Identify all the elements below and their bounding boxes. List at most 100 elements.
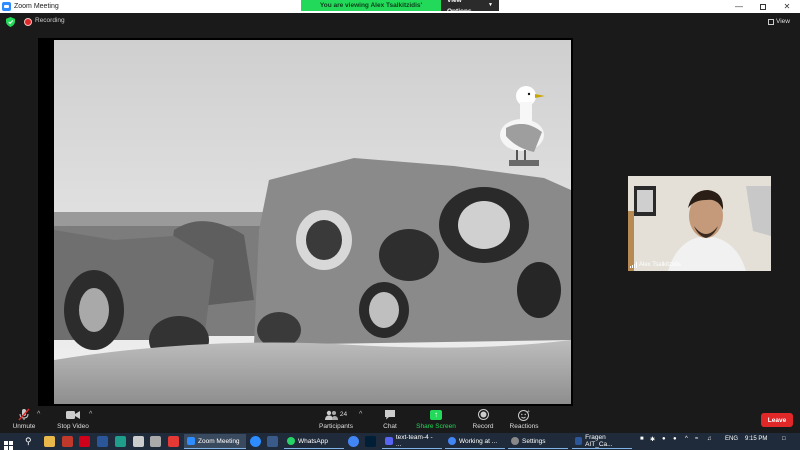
- close-button[interactable]: ✕: [776, 0, 798, 13]
- taskbar-whatsapp-label: WhatsApp: [298, 437, 328, 445]
- wifi-icon[interactable]: ≈: [695, 436, 698, 442]
- record-label: Record: [472, 423, 494, 430]
- windows-start-icon[interactable]: [4, 437, 13, 450]
- discord-icon: [385, 437, 393, 445]
- seagull-on-sculpture-image: [54, 40, 571, 404]
- leave-button[interactable]: Leave: [761, 413, 793, 427]
- window-title: Zoom Meeting: [14, 3, 59, 10]
- reactions-label: Reactions: [509, 423, 539, 430]
- maximize-icon: [760, 3, 766, 10]
- chevron-down-icon: ▼: [488, 2, 493, 8]
- encryption-shield-icon[interactable]: [6, 17, 15, 27]
- view-label: View: [776, 18, 790, 25]
- smiley-plus-icon: +: [518, 408, 530, 421]
- participants-icon-group: 24: [324, 408, 348, 421]
- video-options-chevron-icon[interactable]: ^: [89, 411, 92, 418]
- participants-icon: [324, 410, 338, 420]
- minimize-button[interactable]: —: [728, 0, 750, 13]
- tray-icon-2[interactable]: ●: [662, 436, 666, 442]
- share-screen-label: Share Screen: [416, 423, 456, 430]
- recording-icon: [24, 18, 32, 26]
- participants-options-chevron-icon[interactable]: ^: [359, 411, 362, 418]
- screen-share-banner: You are viewing Alex Tsalkitzidis' scree…: [301, 0, 499, 20]
- search-icon[interactable]: ⚲: [25, 436, 32, 446]
- chat-label: Chat: [383, 423, 397, 430]
- windows-taskbar: ⚲ Zoom Meeting WhatsApp text-team-4 - ..…: [0, 433, 800, 450]
- view-button[interactable]: View: [768, 16, 794, 27]
- zoom-window: Zoom Meeting You are viewing Alex Tsalki…: [0, 0, 800, 450]
- taskbar-zoom-meeting[interactable]: Zoom Meeting: [184, 434, 246, 449]
- stop-video-button[interactable]: Stop Video: [55, 408, 91, 432]
- share-screen-button[interactable]: ↑ Share Screen: [416, 408, 456, 432]
- taskbar-zoom-label: Zoom Meeting: [198, 437, 240, 445]
- participants-count: 24: [339, 411, 348, 418]
- participants-label: Participants: [319, 423, 353, 430]
- record-button[interactable]: Record: [470, 408, 496, 432]
- shared-photo: [54, 40, 571, 404]
- file-explorer-icon[interactable]: [44, 436, 55, 447]
- word-icon[interactable]: [97, 436, 108, 447]
- taskbar-fragen[interactable]: Fragen AIT_Ca...: [572, 434, 632, 449]
- bluetooth-icon[interactable]: ✱: [650, 436, 655, 443]
- taskbar-text-team[interactable]: text-team-4 - ...: [382, 434, 442, 449]
- language-indicator[interactable]: ENG: [725, 436, 738, 442]
- word-doc-icon: [575, 437, 583, 445]
- acrobat-icon[interactable]: [79, 436, 90, 447]
- tray-icon-1[interactable]: ■: [640, 436, 644, 442]
- stop-video-label: Stop Video: [57, 423, 89, 430]
- app-icon-7[interactable]: [267, 436, 278, 447]
- share-screen-arrow-icon: ↑: [430, 409, 442, 420]
- chrome-icon[interactable]: [348, 436, 359, 447]
- app-icon-5[interactable]: [168, 436, 179, 447]
- app-icon-1[interactable]: [62, 436, 73, 447]
- taskbar-text-team-label: text-team-4 - ...: [395, 434, 433, 448]
- minimize-icon: —: [735, 2, 743, 11]
- app-icon-3[interactable]: [133, 436, 144, 447]
- unmute-label: Unmute: [12, 423, 36, 430]
- zoom-icon: [187, 437, 195, 445]
- record-icon: [477, 408, 489, 421]
- app-icon-4[interactable]: [150, 436, 161, 447]
- clock[interactable]: 9:15 PM: [745, 436, 767, 442]
- taskbar-working-label: Working at ...: [459, 437, 498, 445]
- audio-options-chevron-icon[interactable]: ^: [37, 411, 40, 418]
- taskbar-fragen-label: Fragen AIT_Ca...: [585, 434, 613, 448]
- video-camera-icon: [66, 408, 80, 421]
- participant-name-tag: Alex Tsalkitzidis: [630, 262, 681, 268]
- app-icon-6[interactable]: [250, 436, 261, 447]
- participant-video-image: [628, 176, 771, 271]
- browser-icon: [448, 437, 456, 445]
- grid-view-icon: [768, 18, 774, 25]
- photoshop-icon[interactable]: [365, 436, 376, 447]
- participant-video[interactable]: [628, 176, 771, 271]
- participants-button[interactable]: 24 Participants: [318, 408, 354, 432]
- chat-bubble-icon: [384, 408, 396, 421]
- viewing-screen-label: You are viewing Alex Tsalkitzidis' scree…: [301, 0, 441, 20]
- chevron-up-icon[interactable]: ^: [685, 436, 688, 442]
- taskbar-working-at[interactable]: Working at ...: [445, 434, 505, 449]
- svg-text:+: +: [527, 409, 531, 415]
- taskbar-whatsapp[interactable]: WhatsApp: [284, 434, 344, 449]
- participant-name: Alex Tsalkitzidis: [639, 262, 681, 268]
- gear-icon: [511, 437, 519, 445]
- taskbar-settings[interactable]: Settings: [508, 434, 568, 449]
- meeting-top-strip: Recording View: [0, 13, 800, 31]
- view-options-button[interactable]: View Options ▼: [441, 0, 499, 15]
- recording-label: Recording: [35, 17, 65, 24]
- volume-icon[interactable]: ♫: [707, 436, 712, 442]
- maximize-button[interactable]: [752, 0, 774, 13]
- app-icon-2[interactable]: [115, 436, 126, 447]
- tray-icon-3[interactable]: ●: [673, 436, 677, 442]
- chat-button[interactable]: Chat: [378, 408, 402, 432]
- unmute-button[interactable]: Unmute: [10, 408, 38, 432]
- reactions-button[interactable]: + Reactions: [508, 408, 540, 432]
- muted-microphone-icon: [18, 408, 30, 421]
- notifications-icon[interactable]: □: [782, 436, 786, 442]
- taskbar-settings-label: Settings: [522, 437, 546, 445]
- meeting-toolbar: Unmute ^ Stop Video ^ 24 Participants ^ …: [0, 406, 800, 433]
- shared-screen: [38, 38, 573, 406]
- zoom-app-icon: [2, 2, 11, 11]
- whatsapp-icon: [287, 437, 295, 445]
- signal-strength-icon: [630, 262, 637, 268]
- close-icon: ✕: [783, 2, 791, 11]
